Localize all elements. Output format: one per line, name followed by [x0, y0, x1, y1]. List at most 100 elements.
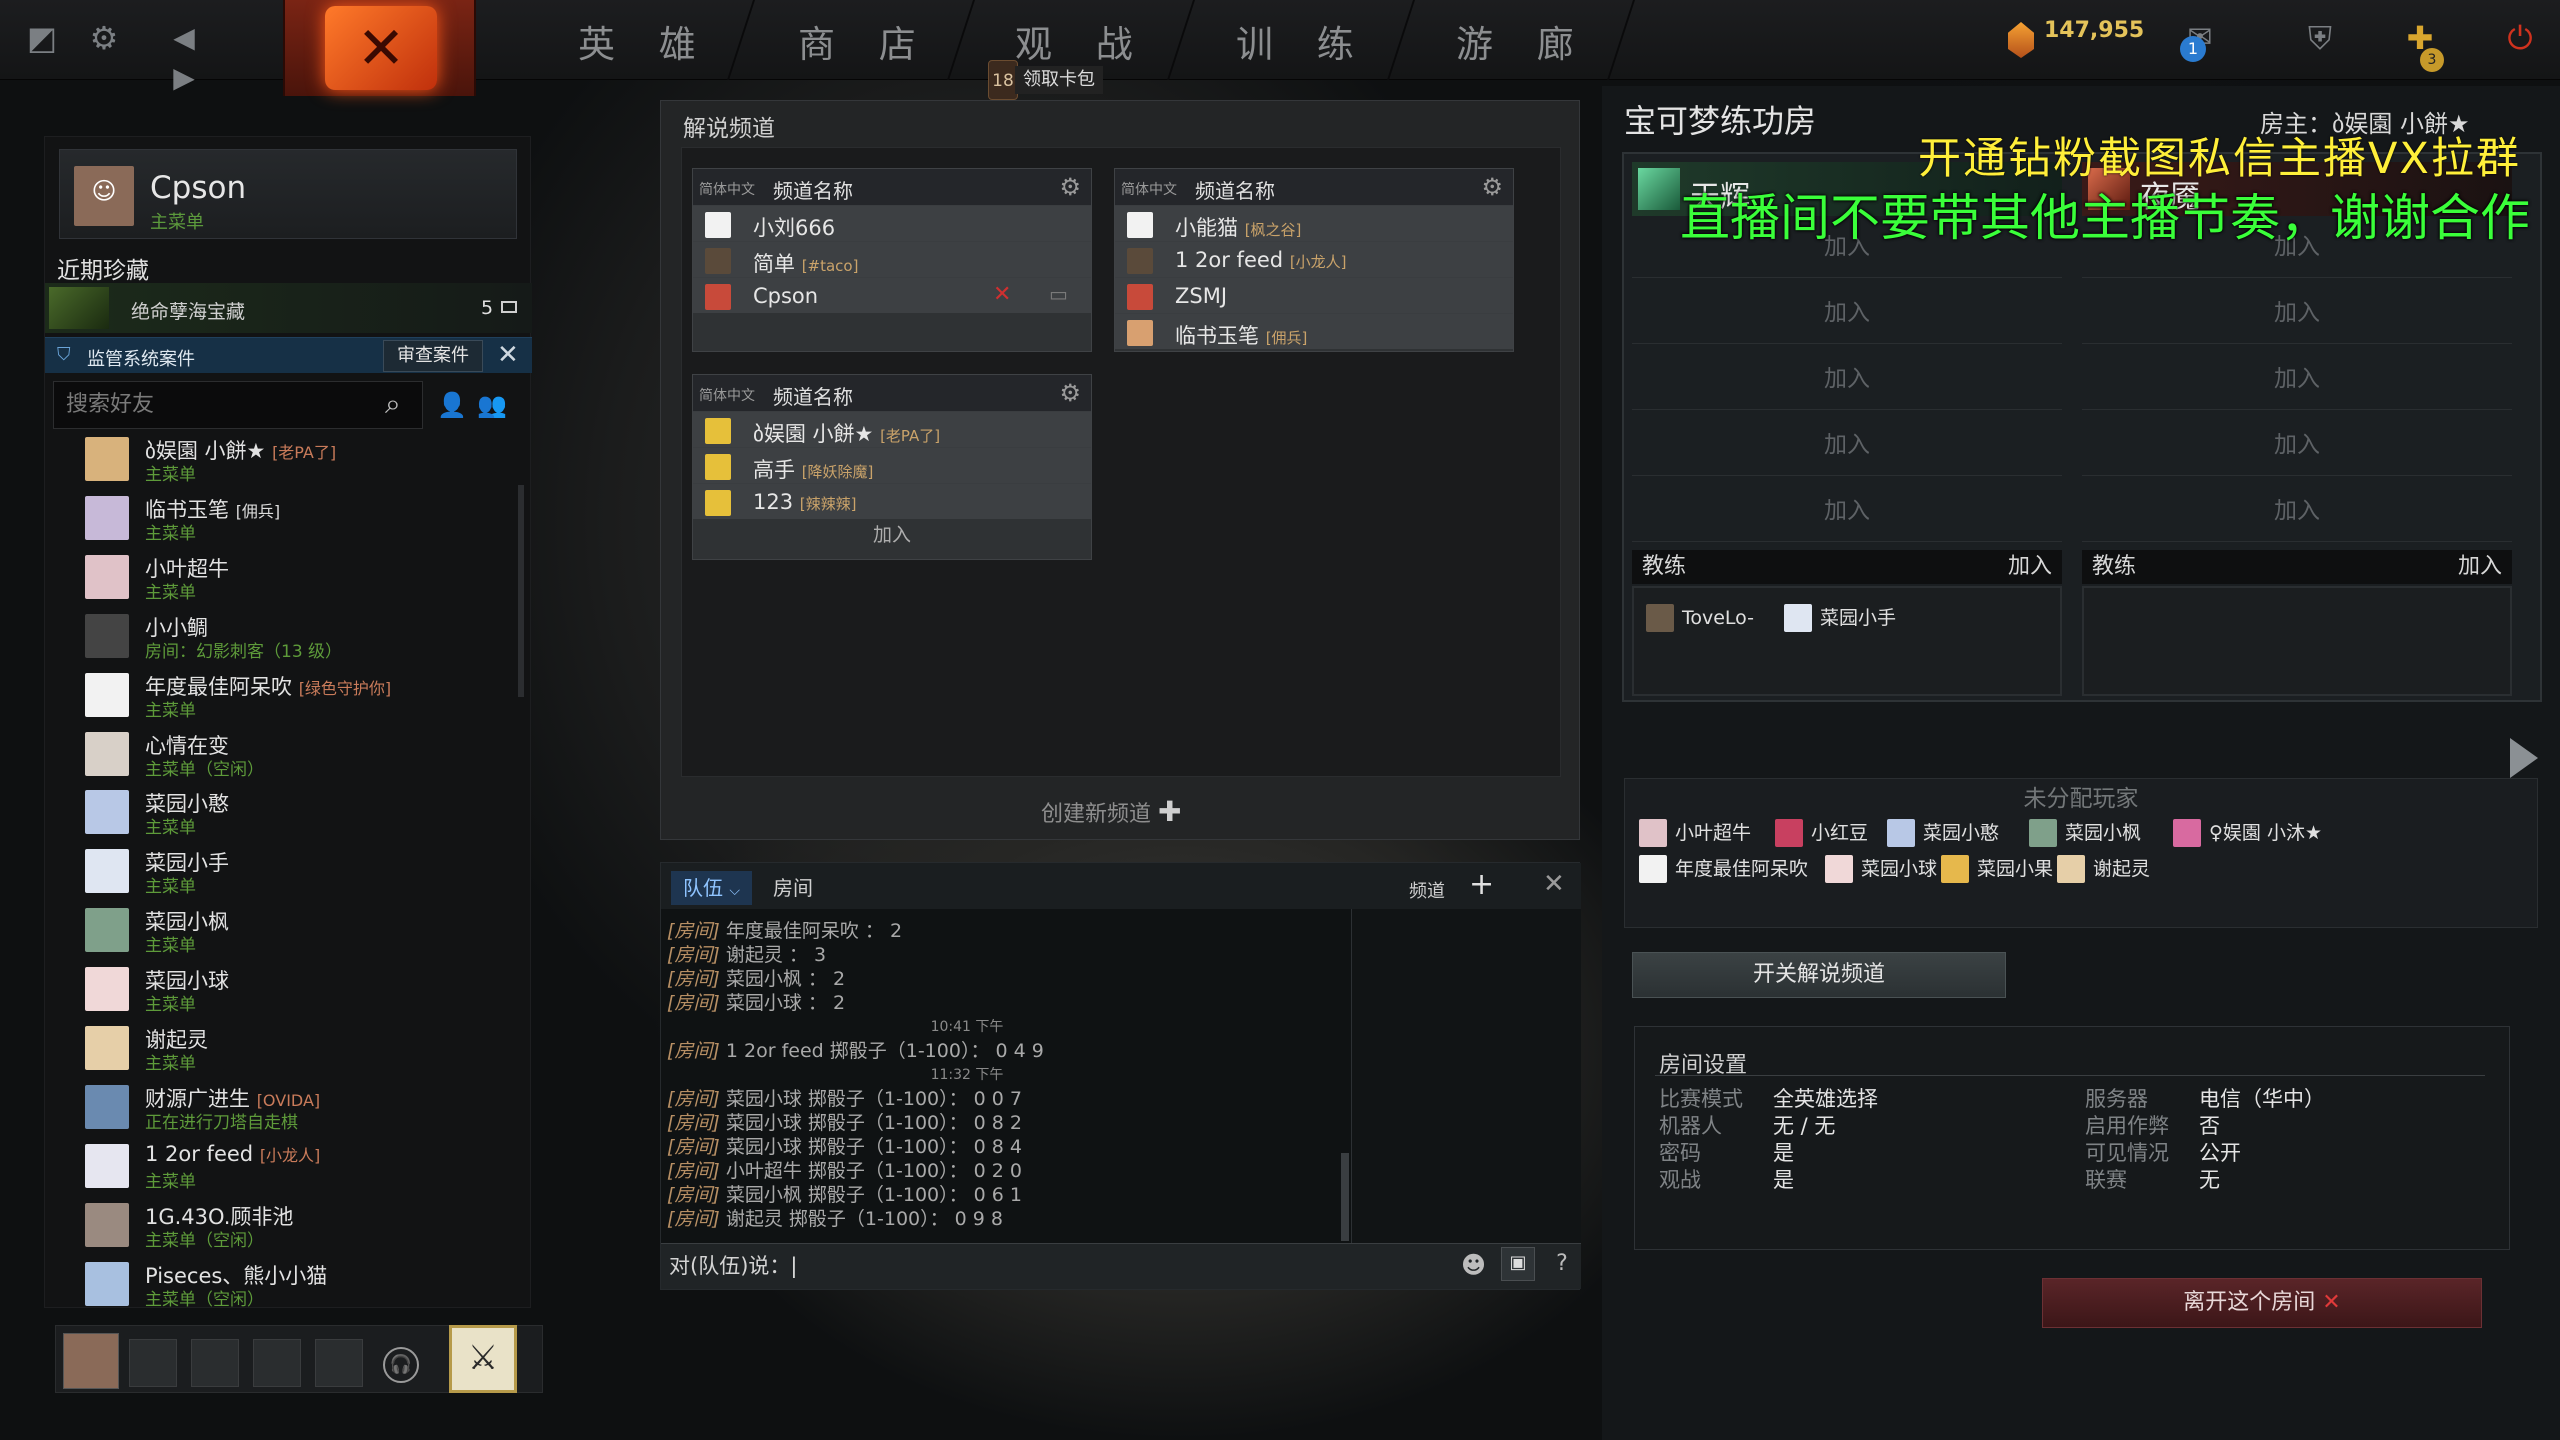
radiant-slot[interactable]: 加入: [1632, 284, 2062, 344]
friend-row[interactable]: 年度最佳阿呆吹 [绿色守护你] 主菜单: [85, 669, 505, 725]
unassigned-player[interactable]: 小叶超牛: [1639, 817, 1751, 849]
leave-lobby-button[interactable]: 离开这个房间 ✕: [2042, 1278, 2482, 1328]
coach-chip[interactable]: ToveLo-: [1646, 602, 1754, 634]
gear-icon[interactable]: ⚙: [1059, 173, 1081, 201]
friend-row[interactable]: 1 2or feed [小龙人] 主菜单: [85, 1140, 505, 1196]
friend-row[interactable]: 谢起灵 主菜单: [85, 1022, 505, 1078]
battle-pass-icon[interactable]: ⚔: [449, 1325, 517, 1393]
coach-join-button[interactable]: 加入: [2008, 550, 2052, 584]
friend-row[interactable]: 小小鲷 房间：幻影刺客（13 级）: [85, 610, 505, 666]
claim-card-pack-button[interactable]: 领取卡包: [1015, 66, 1103, 94]
avatar: [85, 1202, 129, 1247]
gear-icon[interactable]: ⚙: [1481, 173, 1503, 201]
friends-scrollbar[interactable]: [518, 485, 524, 697]
channel-join-button[interactable]: 加入: [693, 519, 1091, 553]
dota-logo-button[interactable]: ✕: [283, 0, 476, 96]
party-slot[interactable]: [315, 1339, 363, 1387]
friend-row[interactable]: 菜园小手 主菜单: [85, 845, 505, 901]
treasure-item[interactable]: 绝命孽海宝藏 5: [45, 283, 532, 333]
party-slot[interactable]: [253, 1339, 301, 1387]
chat-input[interactable]: 对(队伍)说：|: [661, 1243, 1581, 1289]
member-name: ბ娱園 小餅★ [老PA了]: [753, 418, 940, 448]
avatar: [85, 1084, 129, 1129]
party-avatar-self[interactable]: [63, 1333, 119, 1389]
camera-icon[interactable]: ▭: [1049, 282, 1068, 306]
setting-key: 机器人: [1659, 1114, 1722, 1138]
channels-label[interactable]: 频道: [1409, 877, 1445, 903]
close-icon[interactable]: ✕: [1543, 869, 1565, 899]
party-slot[interactable]: [129, 1339, 177, 1387]
chat-prefix: [房间]: [667, 1136, 720, 1158]
tab-team[interactable]: 队伍 ⌵: [671, 871, 752, 905]
unassigned-player[interactable]: 小红豆: [1775, 817, 1868, 849]
armory-icon[interactable]: ⛨: [2300, 18, 2340, 58]
dire-slot[interactable]: 加入: [2082, 416, 2512, 476]
friend-row[interactable]: 心情在变 主菜单（空闲）: [85, 728, 505, 784]
unassigned-player[interactable]: 菜园小球: [1825, 853, 1937, 885]
image-icon[interactable]: ▣: [1501, 1247, 1535, 1281]
radiant-slot[interactable]: 加入: [1632, 482, 2062, 542]
nav-learn[interactable]: 训 练: [1236, 14, 1370, 68]
setting-row: 密码 是: [1659, 1137, 1794, 1167]
friend-row[interactable]: 财源广进生 [OVIDA] 正在进行刀塔自走棋: [85, 1081, 505, 1137]
review-cases-button[interactable]: 审查案件: [383, 340, 483, 372]
gear-icon[interactable]: ⚙: [1059, 379, 1081, 407]
friend-row[interactable]: ბ娱園 小餅★ [老PA了] 主菜单: [85, 433, 505, 489]
nav-heroes[interactable]: 英 雄: [578, 14, 712, 68]
toggle-broadcast-channel-button[interactable]: 开关解说频道: [1632, 952, 2006, 998]
radiant-slot[interactable]: 加入: [1632, 350, 2062, 410]
avatar: [705, 248, 731, 274]
unassigned-player[interactable]: 菜园小果: [1941, 853, 2053, 885]
dire-slot[interactable]: 加入: [2082, 482, 2512, 542]
party-slot[interactable]: [191, 1339, 239, 1387]
avatar: [85, 731, 129, 776]
kick-icon[interactable]: ✕: [993, 282, 1011, 307]
nav-watch[interactable]: 观 战: [1015, 14, 1149, 68]
dota-icon[interactable]: ◩: [22, 18, 62, 58]
coach-chip[interactable]: 菜园小手: [1784, 602, 1896, 634]
friend-row[interactable]: 小叶超牛 主菜单: [85, 551, 505, 607]
profile-card[interactable]: ☺ Cpson 主菜单: [59, 149, 517, 239]
avatar: [85, 790, 129, 835]
add-friend-icon[interactable]: 👤: [437, 391, 467, 419]
friend-row[interactable]: 1G.43O.顾非池 主菜单（空闲）: [85, 1199, 505, 1255]
unassigned-player[interactable]: 谢起灵: [2057, 853, 2150, 885]
voice-icon[interactable]: 🎧: [383, 1347, 419, 1383]
add-channel-icon[interactable]: +: [1469, 867, 1494, 902]
radiant-slot[interactable]: 加入: [1632, 416, 2062, 476]
friend-row[interactable]: 临书玉笔 [佣兵] 主菜单: [85, 492, 505, 548]
chat-scrollbar[interactable]: [1341, 1153, 1349, 1241]
friend-row[interactable]: 菜园小球 主菜单: [85, 963, 505, 1019]
search-friends-input[interactable]: 搜索好友: [53, 381, 423, 429]
nav-store[interactable]: 商 店: [798, 14, 932, 68]
friend-row[interactable]: Piseces、熊小小猫 主菜单（空闲）: [85, 1258, 505, 1314]
tab-room[interactable]: 房间: [761, 871, 825, 905]
card-pack-count-badge: 18: [988, 60, 1018, 100]
mail-count-badge: 1: [2180, 36, 2206, 62]
friend-status: 正在进行刀塔自走棋: [145, 1112, 298, 1133]
nav-arcade[interactable]: 游 廊: [1456, 14, 1590, 68]
friend-status: 房间：幻影刺客（13 级）: [145, 641, 343, 662]
friend-row[interactable]: 菜园小枫 主菜单: [85, 904, 505, 960]
power-icon[interactable]: ⏻: [2500, 18, 2540, 58]
gear-icon[interactable]: ⚙: [84, 18, 124, 58]
emoji-icon[interactable]: ☻: [1461, 1251, 1486, 1279]
coach-join-button[interactable]: 加入: [2458, 550, 2502, 584]
setting-key: 密码: [1659, 1141, 1701, 1165]
avatar: [85, 613, 129, 658]
create-channel-button[interactable]: 创建新频道 ✚: [1041, 795, 1181, 828]
close-icon[interactable]: ✕: [497, 340, 519, 370]
dire-slot[interactable]: 加入: [2082, 284, 2512, 344]
help-icon[interactable]: ?: [1547, 1247, 1577, 1281]
search-icon[interactable]: ⌕: [385, 387, 401, 421]
dire-slot[interactable]: 加入: [2082, 350, 2512, 410]
unassigned-player[interactable]: 菜园小憨: [1887, 817, 1999, 849]
unassigned-player[interactable]: 菜园小枫: [2029, 817, 2141, 849]
friends-group-icon[interactable]: 👥: [477, 391, 507, 419]
friend-row[interactable]: 菜园小憨 主菜单: [85, 786, 505, 842]
unassigned-player[interactable]: 年度最佳阿呆吹: [1639, 853, 1808, 885]
member-name-text: 简单: [753, 252, 795, 276]
unassigned-player[interactable]: ♀娱園 小沐★: [2173, 817, 2322, 849]
back-forward-icon[interactable]: ◀ ▶: [164, 18, 204, 94]
scroll-right-arrow-icon[interactable]: [2510, 738, 2538, 778]
